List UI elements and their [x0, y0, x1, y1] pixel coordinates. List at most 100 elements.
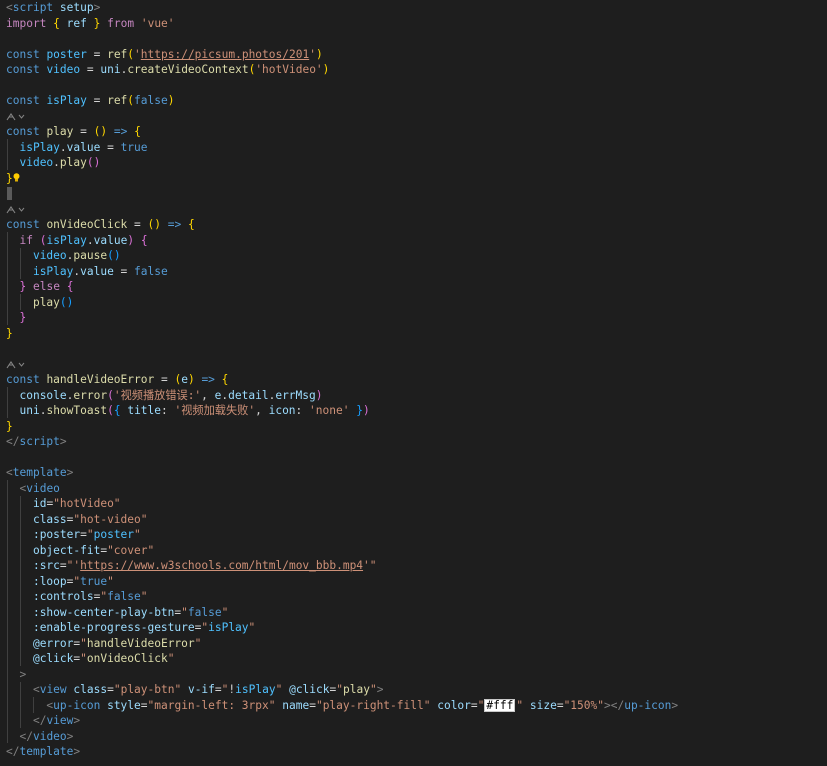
code-line: :poster="poster" — [6, 527, 141, 543]
code-token: createVideoContext — [127, 63, 249, 76]
code-token: "margin-left: 3rpx" — [147, 698, 276, 712]
code-token: = — [556, 698, 564, 712]
code-token: = — [73, 125, 94, 138]
code-token: script — [12, 1, 54, 14]
code-line: @error="handleVideoError" — [6, 636, 201, 652]
code-token: play — [46, 125, 74, 138]
code-line: } — [6, 171, 13, 187]
code-token: : — [295, 404, 310, 417]
codelens-icon[interactable] — [6, 111, 25, 123]
code-token: ( — [107, 404, 114, 417]
code-token: video — [46, 63, 81, 76]
code-token: video — [32, 729, 67, 743]
code-line: const play = () => { — [6, 124, 141, 140]
code-token: script — [19, 435, 60, 448]
code-token: from — [107, 16, 135, 30]
code-token: = — [59, 559, 67, 572]
code-line: </script> — [6, 434, 67, 450]
code-token: => — [167, 218, 182, 231]
code-line: } — [6, 310, 26, 326]
code-token: style — [107, 698, 141, 712]
code-token: " — [221, 605, 229, 619]
code-token: () — [59, 295, 74, 309]
code-token: "hot-video" — [73, 512, 148, 526]
code-token: " — [181, 605, 188, 619]
code-token: setup — [59, 1, 94, 14]
code-token: up-icon — [53, 698, 101, 712]
codelens-icon[interactable] — [6, 204, 25, 216]
code-token: " — [107, 574, 114, 588]
code-line: :show-center-play-btn="false" — [6, 605, 228, 621]
code-token: = — [86, 47, 108, 61]
code-token: template — [12, 466, 67, 479]
code-line: const poster = ref('https://picsum.photo… — [6, 47, 323, 63]
code-line: } else { — [6, 279, 73, 295]
code-token: isPlay — [46, 233, 87, 247]
code-line: console.error('视频播放错误:', e.detail.errMsg… — [6, 388, 322, 404]
code-editor[interactable]: <script setup> import { ref } from 'vue' c… — [0, 0, 827, 766]
code-token: " — [336, 683, 343, 696]
code-token: , — [201, 388, 215, 402]
code-token: ) — [322, 63, 330, 76]
code-token: { — [221, 373, 229, 386]
code-token: " — [167, 652, 175, 665]
code-token: ' — [134, 47, 141, 61]
code-token: video — [32, 249, 67, 262]
code-token: false — [134, 264, 168, 278]
code-token: uni — [19, 404, 40, 417]
code-token: true — [80, 574, 108, 588]
code-token: 'vue' — [140, 16, 175, 30]
code-token: } — [6, 326, 13, 340]
code-token: const — [6, 94, 40, 107]
code-token: " — [477, 698, 485, 712]
code-token: } — [6, 419, 13, 433]
code-token: class — [73, 683, 108, 696]
code-line: const isPlay = ref(false) — [6, 93, 174, 109]
code-token: '视频播放错误:' — [113, 388, 202, 402]
code-token: play — [343, 683, 370, 696]
code-token: icon — [268, 404, 296, 417]
code-token: ref — [107, 94, 128, 107]
code-token: :loop — [32, 574, 67, 588]
text-cursor — [7, 187, 12, 200]
code-token: value — [80, 264, 114, 278]
code-line: </template> — [6, 744, 80, 760]
code-token: handleVideoError — [86, 636, 195, 650]
code-token: value — [66, 140, 101, 154]
code-token: const — [6, 218, 40, 231]
code-token: = — [80, 528, 87, 541]
code-token: = — [470, 698, 478, 712]
code-token: console — [19, 388, 67, 402]
code-token: import — [6, 16, 47, 30]
codelens-icon[interactable] — [6, 359, 25, 371]
code-token: play — [59, 156, 87, 169]
code-line: </video> — [6, 729, 73, 745]
code-token: ) — [167, 94, 175, 107]
lightbulb-icon[interactable] — [13, 172, 20, 181]
code-token: const — [6, 47, 40, 61]
code-token: else — [32, 280, 60, 293]
code-token: https://www.w3schools.com/html/mov_bbb.m… — [80, 559, 364, 572]
code-token: "cover" — [107, 543, 155, 557]
code-token: "play-btn" — [113, 683, 182, 696]
code-line: id="hotVideo" — [6, 496, 121, 512]
code-token: () — [107, 249, 121, 262]
code-token: = — [309, 698, 316, 712]
code-token: " — [134, 528, 141, 541]
code-token: video — [19, 156, 54, 169]
code-token: const — [6, 373, 40, 386]
code-line: :controls="false" — [6, 589, 148, 605]
code-token: const — [6, 125, 40, 138]
